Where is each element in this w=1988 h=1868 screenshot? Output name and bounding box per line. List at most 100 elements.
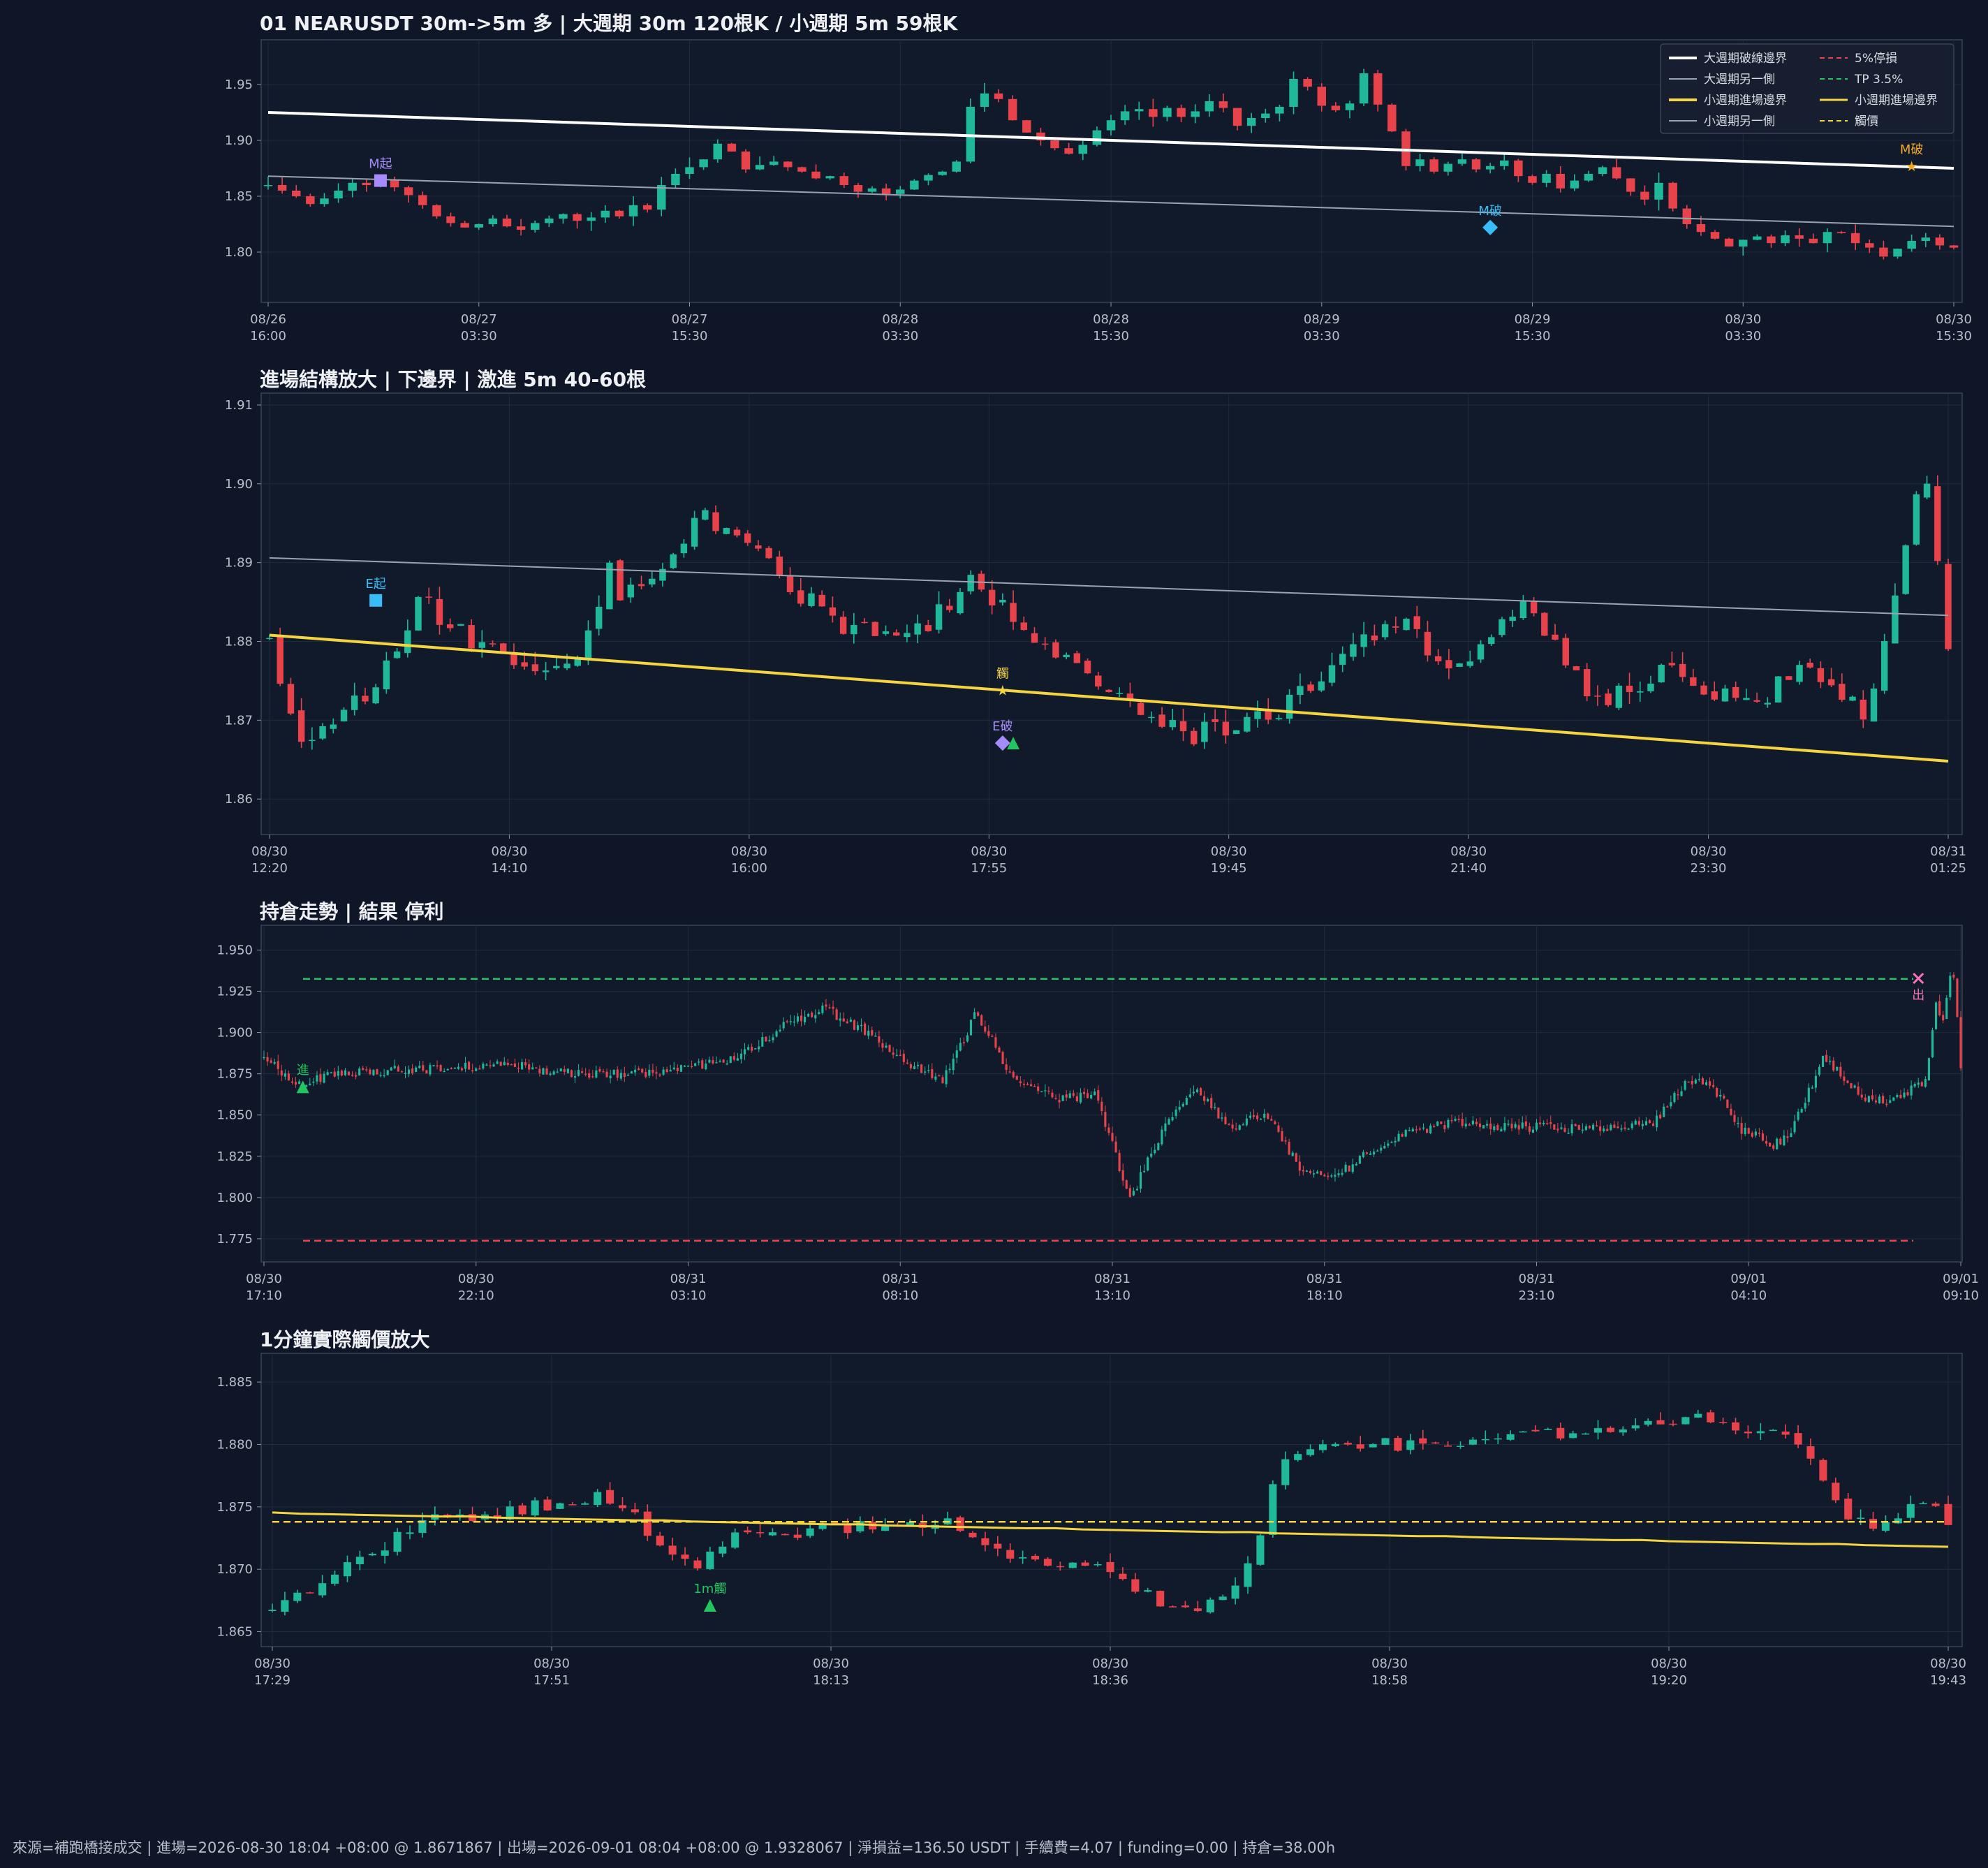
candle-body: [1079, 1092, 1082, 1103]
candle-body: [888, 1045, 891, 1052]
candle-body: [393, 651, 401, 659]
candle-body: [769, 161, 779, 166]
candle-body: [1783, 1135, 1785, 1146]
candle-body: [318, 1583, 327, 1596]
candle-body: [1334, 1175, 1337, 1177]
candle-body: [1737, 1122, 1739, 1124]
candle-body: [474, 224, 483, 228]
candle-body: [1670, 1102, 1672, 1107]
x-tick-label: 15:30: [1515, 329, 1551, 344]
candle-body: [1284, 1140, 1287, 1142]
y-tick-label: 1.89: [225, 556, 253, 571]
candle-body: [1429, 1125, 1432, 1133]
candle-body: [690, 1066, 693, 1068]
candle-body: [1744, 1432, 1752, 1434]
candle-body: [1343, 1443, 1352, 1445]
candle-body: [1595, 1125, 1598, 1126]
candle-body: [614, 210, 624, 216]
candle-body: [368, 1554, 376, 1556]
candle-body: [379, 1075, 382, 1076]
candle-body: [1910, 1085, 1913, 1096]
candle-body: [1846, 1080, 1849, 1083]
candle-body: [1489, 1123, 1492, 1129]
candle-body: [553, 665, 560, 668]
candle-body: [1493, 1126, 1496, 1131]
y-tick-label: 1.850: [216, 1108, 253, 1123]
candle-body: [1832, 1060, 1835, 1071]
candle-body: [294, 1082, 297, 1085]
candle-body: [415, 1067, 418, 1073]
candle-body: [1185, 1097, 1188, 1105]
candle-body: [1544, 1429, 1552, 1430]
candle-body: [1381, 624, 1389, 638]
candle-body: [1528, 1126, 1531, 1132]
candle-body: [1286, 694, 1293, 719]
candle-body: [956, 1517, 964, 1531]
candle-body: [1475, 1121, 1478, 1125]
candle-body: [1331, 105, 1341, 110]
candle-body: [436, 598, 443, 625]
candle-body: [1245, 1118, 1248, 1126]
candle-body: [1156, 1591, 1165, 1607]
candle-body: [1181, 1605, 1190, 1608]
candle-body: [1221, 1117, 1223, 1119]
candle-body: [343, 1562, 352, 1577]
candle-body: [839, 1018, 841, 1021]
candle-body: [729, 1056, 732, 1064]
x-tick-label: 09:10: [1943, 1288, 1979, 1303]
marker-label: M起: [369, 157, 392, 172]
candle-body: [1137, 703, 1144, 715]
candle-body: [651, 1069, 654, 1073]
candle-body: [290, 1081, 294, 1083]
candle-body: [1267, 1113, 1269, 1119]
candle-body: [871, 622, 878, 636]
candle-body: [1591, 1124, 1595, 1130]
candle-body: [528, 1064, 531, 1070]
candle-body: [1588, 1126, 1591, 1128]
candle-body: [1192, 1091, 1195, 1094]
candle-body: [1020, 622, 1027, 631]
candle-body: [1694, 1080, 1697, 1084]
candle-body: [914, 623, 921, 635]
y-tick-label: 1.880: [216, 1437, 253, 1452]
candle-body: [1881, 1522, 1890, 1531]
candle-body: [1811, 1087, 1813, 1089]
candle-body: [460, 223, 469, 228]
candle-body: [587, 217, 596, 221]
candle-body: [671, 174, 680, 185]
candle-body: [1934, 1002, 1938, 1029]
candle-body: [1261, 113, 1270, 118]
candle-body: [1327, 1175, 1330, 1177]
candle-body: [517, 1067, 520, 1069]
candle-body: [1952, 974, 1955, 978]
candle-body: [1519, 1431, 1527, 1433]
candle-body: [1767, 236, 1776, 244]
candle-body: [1786, 1136, 1789, 1138]
candle-body: [1570, 1124, 1573, 1133]
candle-body: [559, 1068, 562, 1072]
candle-body: [618, 1505, 627, 1508]
candle-body: [1158, 714, 1165, 727]
candle-body: [782, 1022, 785, 1029]
candle-body: [1316, 1171, 1319, 1174]
candle-body: [443, 1071, 446, 1073]
candle-body: [1942, 1015, 1945, 1021]
candle-body: [1341, 1172, 1343, 1175]
candle-body: [284, 1073, 286, 1077]
candle-body: [1144, 1590, 1152, 1592]
candle-body: [1289, 79, 1298, 107]
candle-body: [821, 1006, 824, 1013]
candle-body: [1821, 1055, 1825, 1067]
candle-body: [969, 1020, 973, 1036]
x-tick-label: 18:10: [1306, 1288, 1343, 1303]
candle-body: [411, 1068, 414, 1074]
candle-body: [1889, 1100, 1892, 1103]
candle-body: [1549, 1121, 1552, 1124]
x-tick-label: 08/31: [1930, 844, 1966, 859]
candle-body: [1297, 686, 1304, 696]
candle-body: [1256, 1115, 1259, 1119]
candle-body: [309, 740, 316, 742]
x-tick-label: 09/01: [1943, 1272, 1979, 1286]
candle-body: [1865, 243, 1874, 248]
candle-body: [1260, 1119, 1262, 1120]
